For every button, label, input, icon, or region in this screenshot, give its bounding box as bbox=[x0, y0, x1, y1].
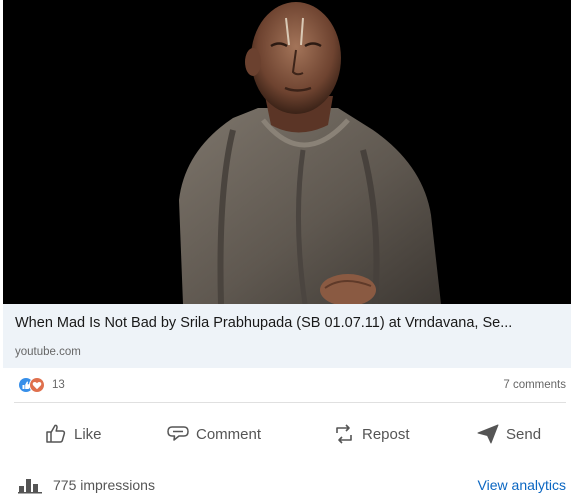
link-preview-card[interactable]: When Mad Is Not Bad by Srila Prabhupada … bbox=[3, 304, 571, 368]
video-thumbnail[interactable] bbox=[3, 0, 571, 304]
portrait-image bbox=[3, 0, 571, 304]
impressions-count: 775 impressions bbox=[53, 477, 155, 493]
comment-button[interactable]: Comment bbox=[166, 414, 261, 454]
post-analytics-footer: 775 impressions View analytics bbox=[14, 474, 566, 496]
reaction-count[interactable]: 13 bbox=[52, 379, 65, 391]
social-counts-bar: 13 7 comments bbox=[18, 376, 566, 396]
like-button[interactable]: Like bbox=[44, 414, 102, 454]
comments-count[interactable]: 7 comments bbox=[503, 379, 566, 391]
love-reaction-icon bbox=[29, 377, 45, 393]
send-button[interactable]: Send bbox=[476, 414, 541, 454]
repost-icon bbox=[332, 422, 356, 446]
divider bbox=[14, 402, 566, 403]
comment-icon bbox=[166, 422, 190, 446]
link-title[interactable]: When Mad Is Not Bad by Srila Prabhupada … bbox=[15, 315, 512, 331]
bar-chart-icon bbox=[18, 476, 44, 499]
social-actions: Like Comment Repost Send bbox=[14, 414, 566, 454]
send-icon bbox=[476, 422, 500, 446]
view-analytics-link[interactable]: View analytics bbox=[478, 477, 566, 493]
send-label: Send bbox=[506, 425, 542, 443]
repost-button[interactable]: Repost bbox=[332, 414, 410, 454]
comment-label: Comment bbox=[196, 425, 262, 443]
thumbs-up-icon bbox=[44, 422, 68, 446]
reaction-icons[interactable] bbox=[18, 376, 48, 394]
repost-label: Repost bbox=[362, 425, 410, 443]
like-label: Like bbox=[74, 425, 102, 443]
link-domain: youtube.com bbox=[15, 346, 81, 358]
